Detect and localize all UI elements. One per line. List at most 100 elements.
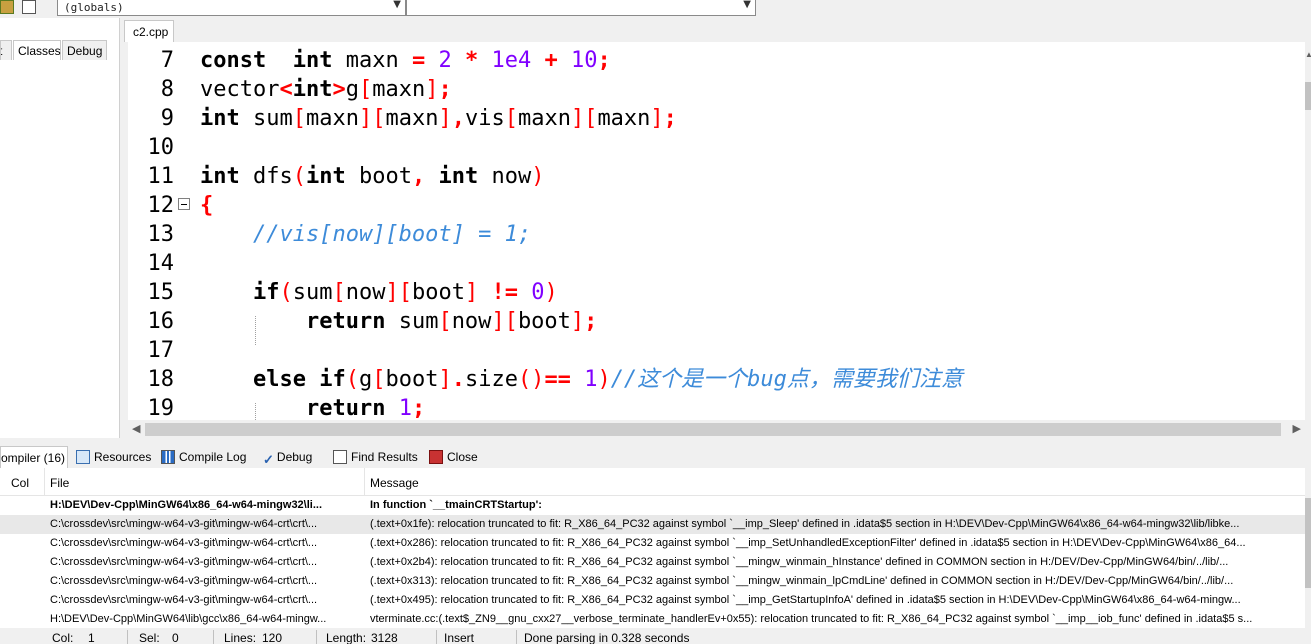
- table-row[interactable]: C:\crossdev\src\mingw-w64-v3-git\mingw-w…: [0, 553, 1305, 572]
- row-file: C:\crossdev\src\mingw-w64-v3-git\mingw-w…: [50, 556, 318, 568]
- scrollbar-thumb[interactable]: [1305, 82, 1311, 110]
- project-panel: t Classes Debug: [0, 18, 120, 438]
- line-number: 9: [160, 106, 174, 131]
- close-icon: [429, 450, 443, 464]
- row-file: C:\crossdev\src\mingw-w64-v3-git\mingw-w…: [50, 594, 318, 606]
- tab-debug[interactable]: Debug: [62, 40, 107, 60]
- code-line: else if(g[boot].size()== 1)//这个是一个bug点，需…: [252, 367, 963, 392]
- tab-project[interactable]: t: [0, 40, 12, 60]
- code-line: vector<int>g[maxn];: [200, 77, 452, 102]
- tab-debug-label: Debug: [276, 450, 313, 464]
- tab-find-results-label: Find Results: [351, 450, 418, 464]
- fold-collapse-icon[interactable]: [178, 198, 190, 210]
- left-panel-tabs: t Classes Debug: [0, 40, 110, 60]
- code-line: if(sum[now][boot] != 0): [252, 280, 558, 305]
- status-sel-value: 0: [172, 631, 179, 644]
- scrollbar-thumb[interactable]: [145, 423, 1281, 436]
- table-row[interactable]: H:\DEV\Dev-Cpp\MinGW64\x86_64-w64-mingw3…: [0, 496, 1305, 515]
- status-insert-mode: Insert: [444, 631, 475, 644]
- row-file: C:\crossdev\src\mingw-w64-v3-git\mingw-w…: [50, 575, 318, 587]
- tab-classes[interactable]: Classes: [13, 40, 61, 60]
- row-file: H:\DEV\Dev-Cpp\MinGW64\x86_64-w64-mingw3…: [50, 499, 323, 511]
- find-icon: [333, 450, 347, 464]
- row-message: vterminate.cc:(.text$_ZN9__gnu_cxx27__ve…: [370, 613, 1253, 625]
- message-tabs: ompiler (16) Resources Compile Log ✓ Debu…: [0, 446, 1311, 468]
- tab-compile-log[interactable]: Compile Log: [161, 446, 246, 468]
- symbol-combo[interactable]: ▼: [406, 0, 756, 16]
- line-number: 7: [160, 48, 174, 73]
- scrollbar-thumb[interactable]: [1305, 498, 1311, 588]
- row-message: (.text+0x495): relocation truncated to f…: [370, 594, 1241, 606]
- code-line: return 1;: [305, 396, 426, 420]
- code-line: //vis[now][boot] = 1;: [252, 222, 532, 247]
- tab-compiler-label: ompiler (16): [1, 451, 66, 465]
- line-number: 16: [147, 309, 175, 334]
- scroll-up-icon[interactable]: ▲: [1305, 50, 1311, 60]
- status-col-value: 1: [88, 631, 95, 644]
- tab-compiler[interactable]: ompiler (16): [0, 446, 68, 468]
- row-message: (.text+0x286): relocation truncated to f…: [370, 537, 1246, 549]
- line-number: 17: [147, 338, 175, 363]
- check-icon: ✓: [263, 452, 274, 467]
- table-header: Col File Message: [0, 468, 1305, 496]
- tab-resources[interactable]: Resources: [76, 446, 151, 468]
- compiler-messages-table: Col File Message H:\DEV\Dev-Cpp\MinGW64\…: [0, 468, 1305, 628]
- code-line: int dfs(int boot, int now): [200, 164, 545, 189]
- status-lines-label: Lines:: [224, 631, 257, 644]
- tab-compile-log-label: Compile Log: [179, 450, 247, 464]
- editor-vertical-scrollbar[interactable]: ▲: [1305, 42, 1311, 422]
- messages-vertical-scrollbar[interactable]: [1305, 468, 1311, 628]
- line-number: 12: [147, 193, 175, 218]
- status-divider: [516, 630, 517, 644]
- tab-resources-label: Resources: [94, 450, 152, 464]
- table-row[interactable]: C:\crossdev\src\mingw-w64-v3-git\mingw-w…: [0, 515, 1305, 534]
- editor-horizontal-scrollbar[interactable]: ◀ ▶: [128, 421, 1305, 438]
- status-message: Done parsing in 0.328 seconds: [524, 631, 690, 644]
- status-length-label: Length:: [326, 631, 367, 644]
- row-message: (.text+0x1fe): relocation truncated to f…: [370, 518, 1240, 530]
- row-message: (.text+0x313): relocation truncated to f…: [370, 575, 1234, 587]
- scope-combo[interactable]: (globals) ▼: [57, 0, 406, 16]
- status-divider: [127, 630, 128, 644]
- status-sel-label: Sel:: [139, 631, 160, 644]
- line-number: 10: [147, 135, 175, 160]
- table-row[interactable]: C:\crossdev\src\mingw-w64-v3-git\mingw-w…: [0, 534, 1305, 553]
- toolbar: (globals) ▼ ▼: [0, 0, 1311, 18]
- column-header-col[interactable]: Col: [11, 476, 29, 490]
- line-number-gutter: 7 8 9 10 11 12 13 14 15 16 17 18 19: [128, 42, 197, 420]
- compile-run-icon[interactable]: [0, 0, 14, 14]
- tab-find-results[interactable]: Find Results: [333, 446, 418, 468]
- status-divider: [316, 630, 317, 644]
- code-line: int sum[maxn][maxn],vis[maxn][maxn];: [200, 106, 677, 131]
- line-number: 15: [147, 280, 175, 305]
- row-file: C:\crossdev\src\mingw-w64-v3-git\mingw-w…: [50, 537, 318, 549]
- line-number: 14: [147, 251, 175, 276]
- row-file: H:\DEV\Dev-Cpp\MinGW64\lib\gcc\x86_64-w6…: [50, 613, 327, 625]
- scroll-left-icon[interactable]: ◀: [132, 422, 140, 435]
- scroll-right-icon[interactable]: ▶: [1293, 422, 1301, 435]
- row-file: C:\crossdev\src\mingw-w64-v3-git\mingw-w…: [50, 518, 318, 530]
- table-row[interactable]: C:\crossdev\src\mingw-w64-v3-git\mingw-w…: [0, 591, 1305, 610]
- table-row[interactable]: C:\crossdev\src\mingw-w64-v3-git\mingw-w…: [0, 572, 1305, 591]
- scope-combo-value: (globals): [64, 1, 124, 14]
- code-editor[interactable]: 7 8 9 10 11 12 13 14 15 16 17 18 19 cons…: [128, 42, 1305, 420]
- table-row[interactable]: H:\DEV\Dev-Cpp\MinGW64\lib\gcc\x86_64-w6…: [0, 610, 1305, 628]
- tab-file[interactable]: c2.cpp: [124, 20, 174, 42]
- status-length-value: 3128: [371, 631, 398, 644]
- status-bar: Col: 1 Sel: 0 Lines: 120 Length: 3128 In…: [0, 628, 1311, 644]
- tab-close[interactable]: Close: [429, 446, 478, 468]
- column-header-file[interactable]: File: [43, 468, 69, 496]
- line-number: 8: [160, 77, 174, 102]
- chevron-down-icon: ▼: [743, 0, 751, 10]
- toolbar-icon[interactable]: [22, 0, 36, 14]
- row-message: In function `__tmainCRTStartup':: [370, 499, 542, 511]
- row-message: (.text+0x2b4): relocation truncated to f…: [370, 556, 1229, 568]
- tab-debug-output[interactable]: ✓ Debug: [263, 446, 312, 468]
- line-number: 18: [147, 367, 175, 392]
- column-header-message[interactable]: Message: [364, 468, 419, 496]
- code-line: {: [200, 193, 214, 218]
- line-number: 19: [147, 396, 175, 420]
- status-divider: [213, 630, 214, 644]
- status-col-label: Col:: [52, 631, 74, 644]
- chevron-down-icon: ▼: [393, 0, 401, 10]
